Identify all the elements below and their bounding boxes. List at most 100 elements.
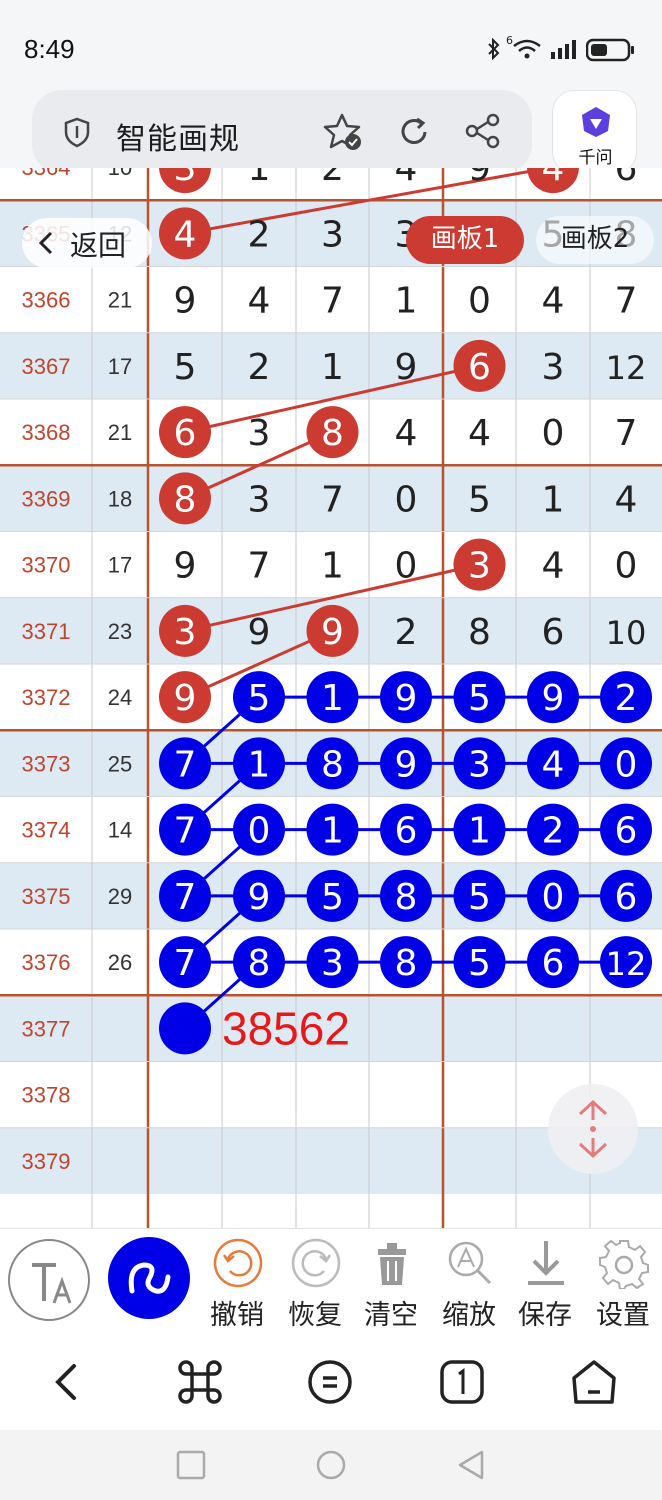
- cell-digit[interactable]: 2: [321, 168, 344, 189]
- cell-digit[interactable]: 8: [174, 479, 197, 520]
- address-bar[interactable]: 智能画规: [32, 90, 532, 174]
- cell-digit[interactable]: 4: [395, 413, 418, 454]
- home-circle-icon[interactable]: [314, 1448, 348, 1482]
- cell-digit[interactable]: 6: [468, 347, 491, 388]
- zoom-button[interactable]: 缩放: [434, 1237, 504, 1331]
- cell-digit[interactable]: 2: [395, 612, 418, 653]
- home-icon[interactable]: [562, 1350, 626, 1414]
- cell-digit[interactable]: 7: [248, 546, 271, 587]
- cell-digit[interactable]: 4: [542, 744, 565, 785]
- cell-digit[interactable]: 3: [321, 943, 344, 984]
- cell-digit[interactable]: 9: [248, 877, 271, 918]
- cell-digit[interactable]: 9: [174, 281, 197, 322]
- cell-digit[interactable]: 1: [395, 281, 418, 322]
- cell-digit[interactable]: 4: [542, 168, 565, 189]
- cell-digit[interactable]: 4: [174, 214, 197, 255]
- cell-digit[interactable]: 8: [321, 413, 344, 454]
- settings-button[interactable]: 设置: [588, 1237, 658, 1331]
- cell-digit[interactable]: 5: [468, 479, 491, 520]
- cell-digit[interactable]: 5: [248, 678, 271, 719]
- cell-digit[interactable]: 0: [615, 546, 638, 587]
- undo-button[interactable]: 撤销: [202, 1237, 272, 1331]
- cell-digit[interactable]: 9: [395, 744, 418, 785]
- prediction-marker-circle[interactable]: [159, 1002, 211, 1055]
- cell-digit[interactable]: 3: [542, 347, 565, 388]
- cell-digit[interactable]: 3: [468, 744, 491, 785]
- cell-digit[interactable]: 9: [321, 612, 344, 653]
- cell-digit[interactable]: 9: [248, 612, 271, 653]
- cell-digit[interactable]: 8: [248, 943, 271, 984]
- text-tool-button[interactable]: [8, 1239, 90, 1321]
- cell-digit[interactable]: 7: [174, 744, 197, 785]
- cell-digit[interactable]: 7: [174, 943, 197, 984]
- cell-digit[interactable]: 2: [615, 678, 638, 719]
- grid-canvas[interactable]: 3364103365123366213367173368213369183370…: [0, 168, 662, 1228]
- cell-digit[interactable]: 1: [321, 678, 344, 719]
- cell-digit[interactable]: 3: [174, 168, 197, 189]
- cell-digit[interactable]: 6: [615, 168, 638, 189]
- cell-digit[interactable]: 9: [174, 546, 197, 587]
- cell-digit[interactable]: 7: [321, 281, 344, 322]
- cell-digit[interactable]: 3: [321, 214, 344, 255]
- cell-digit[interactable]: 1: [542, 479, 565, 520]
- command-icon[interactable]: [168, 1350, 232, 1414]
- cell-digit[interactable]: 0: [248, 811, 271, 852]
- refresh-icon[interactable]: [396, 114, 432, 154]
- cell-digit[interactable]: 7: [615, 281, 638, 322]
- qianwen-button[interactable]: 千问: [552, 90, 637, 174]
- cell-digit[interactable]: 1: [248, 744, 271, 785]
- cell-digit[interactable]: 9: [542, 678, 565, 719]
- cell-digit[interactable]: 10: [606, 614, 647, 652]
- cell-digit[interactable]: 9: [395, 678, 418, 719]
- cell-digit[interactable]: 4: [395, 168, 418, 189]
- cell-digit[interactable]: 0: [542, 413, 565, 454]
- cell-digit[interactable]: 12: [606, 945, 647, 983]
- cell-digit[interactable]: 8: [395, 943, 418, 984]
- cell-digit[interactable]: 12: [606, 349, 647, 387]
- cell-digit[interactable]: 5: [468, 678, 491, 719]
- cell-digit[interactable]: 6: [174, 413, 197, 454]
- save-button[interactable]: 保存: [510, 1237, 580, 1331]
- back-arrow-icon[interactable]: [36, 1350, 100, 1414]
- cell-digit[interactable]: 3: [248, 413, 271, 454]
- menu-icon[interactable]: [298, 1350, 362, 1414]
- tab-board-2[interactable]: 画板2: [536, 216, 654, 264]
- cell-digit[interactable]: 3: [174, 612, 197, 653]
- cell-digit[interactable]: 3: [468, 546, 491, 587]
- cell-digit[interactable]: 7: [174, 877, 197, 918]
- back-triangle-icon[interactable]: [454, 1448, 488, 1482]
- cell-digit[interactable]: 0: [542, 877, 565, 918]
- tabs-count-icon[interactable]: [430, 1350, 494, 1414]
- cell-digit[interactable]: 1: [468, 811, 491, 852]
- cell-digit[interactable]: 4: [248, 281, 271, 322]
- cell-digit[interactable]: 6: [615, 877, 638, 918]
- redo-button[interactable]: 恢复: [280, 1237, 350, 1331]
- cell-digit[interactable]: 5: [174, 347, 197, 388]
- cell-digit[interactable]: 7: [615, 413, 638, 454]
- cell-digit[interactable]: 2: [248, 214, 271, 255]
- cell-digit[interactable]: 7: [174, 811, 197, 852]
- recents-icon[interactable]: [174, 1448, 208, 1482]
- cell-digit[interactable]: 8: [321, 744, 344, 785]
- cell-digit[interactable]: 2: [248, 347, 271, 388]
- share-icon[interactable]: [464, 112, 502, 154]
- drawing-grid[interactable]: 3364103365123366213367173368213369183370…: [0, 168, 662, 1228]
- cell-digit[interactable]: 2: [542, 811, 565, 852]
- star-check-icon[interactable]: [322, 112, 364, 156]
- cell-digit[interactable]: 0: [395, 546, 418, 587]
- cell-digit[interactable]: 5: [468, 943, 491, 984]
- cell-digit[interactable]: 1: [248, 168, 271, 189]
- cell-digit[interactable]: 0: [395, 479, 418, 520]
- cell-digit[interactable]: 9: [468, 168, 491, 189]
- cell-digit[interactable]: 4: [542, 281, 565, 322]
- cell-digit[interactable]: 0: [468, 281, 491, 322]
- cell-digit[interactable]: 4: [542, 546, 565, 587]
- cell-digit[interactable]: 1: [321, 811, 344, 852]
- cell-digit[interactable]: 6: [542, 943, 565, 984]
- scroll-arrows-handle[interactable]: [548, 1084, 638, 1174]
- cell-digit[interactable]: 8: [468, 612, 491, 653]
- cell-digit[interactable]: 5: [321, 877, 344, 918]
- cell-digit[interactable]: 6: [615, 811, 638, 852]
- cell-digit[interactable]: 7: [321, 479, 344, 520]
- cell-digit[interactable]: 3: [248, 479, 271, 520]
